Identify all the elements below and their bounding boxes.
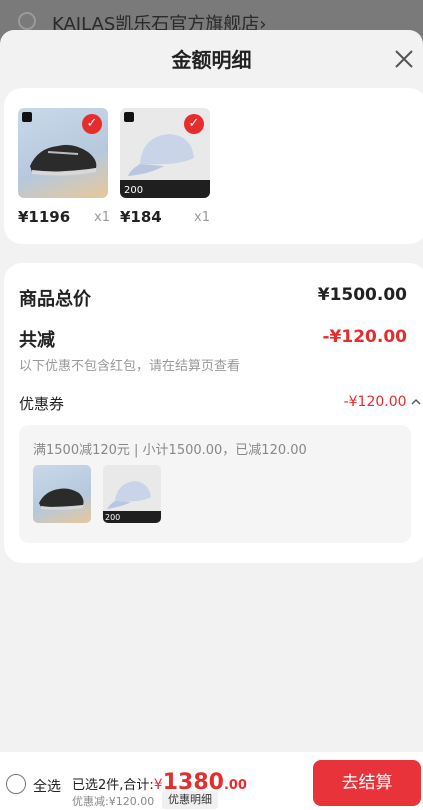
products-card: ✓ ¥1196 x1 200 ✓ ¥184 x1	[4, 88, 423, 244]
selected-summary: 已选2件,合计:¥1380.00	[72, 770, 247, 795]
selected-check-icon: ✓	[184, 114, 204, 134]
selected-check-icon: ✓	[82, 114, 102, 134]
cap-price-label: 200	[124, 185, 143, 196]
product-qty: x1	[194, 210, 210, 225]
discount-note: 优惠减:¥120.00	[72, 795, 155, 808]
reduce-value: -¥120.00	[322, 327, 408, 347]
brand-logo-icon	[22, 112, 32, 122]
coupon-item-thumb-cap: 200	[103, 465, 161, 523]
coupon-value[interactable]: -¥120.00	[344, 394, 421, 410]
product-thumb-shoe[interactable]: ✓	[18, 108, 108, 198]
product-qty: x1	[94, 210, 110, 225]
close-icon[interactable]	[393, 48, 415, 70]
product-thumb-cap[interactable]: 200 ✓	[120, 108, 210, 198]
coupon-detail-box: 满1500减120元 | 小计1500.00，已减120.00 200	[19, 425, 411, 543]
select-all-label[interactable]: 全选	[33, 776, 61, 796]
store-select-radio[interactable]	[18, 12, 36, 30]
reduce-note: 以下优惠不包含红包，请在结算页查看	[19, 359, 241, 374]
total-label: 商品总价	[19, 289, 91, 310]
coupon-item-thumb-shoe	[33, 465, 91, 523]
total-value: ¥1500.00	[317, 285, 407, 305]
checkout-bar: 全选 已选2件,合计:¥1380.00 优惠减:¥120.00 优惠明细 去结算	[0, 752, 423, 810]
coupon-label: 优惠券	[19, 395, 65, 413]
select-all-radio[interactable]	[6, 774, 26, 794]
coupon-cap-label: 200	[105, 513, 120, 522]
sheet-title: 金额明细	[171, 48, 252, 72]
reduce-label: 共减	[19, 330, 55, 351]
amount-detail-sheet: 金额明细 ✓ ¥1196 x1 200 ✓ ¥184 x1 商品总价 ¥1500…	[0, 30, 423, 810]
checkout-button[interactable]: 去结算	[313, 760, 421, 806]
product-price: ¥184	[120, 208, 162, 226]
brand-logo-icon	[124, 112, 134, 122]
coupon-detail-text: 满1500减120元 | 小计1500.00，已减120.00	[33, 443, 307, 458]
product-price: ¥1196	[18, 208, 71, 226]
summary-card: 商品总价 ¥1500.00 共减 -¥120.00 以下优惠不包含红包，请在结算…	[4, 263, 423, 563]
chevron-up-icon[interactable]	[411, 398, 421, 406]
discount-detail-chip[interactable]: 优惠明细	[162, 791, 218, 809]
